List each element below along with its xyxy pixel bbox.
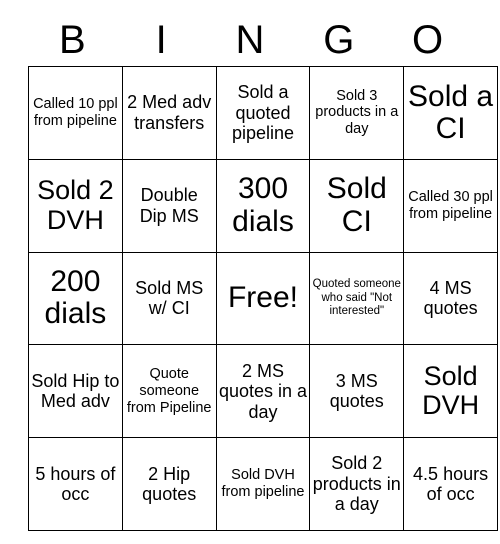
bingo-cell-text: 2 Med adv transfers	[127, 92, 212, 133]
bingo-cell-text: Called 10 ppl from pipeline	[33, 96, 118, 129]
bingo-cell-text: 2 Hip quotes	[142, 463, 197, 505]
bingo-cell-text: Sold DVH from pipeline	[221, 467, 305, 501]
bingo-cell-text: Sold Hip to Med adv	[31, 370, 120, 412]
bingo-cell-text: Sold 2 products in a day	[312, 453, 401, 515]
bingo-row: Called 10 ppl from pipeline 2 Med adv tr…	[28, 66, 498, 160]
bingo-cell[interactable]: 4.5 hours of occ	[403, 437, 498, 531]
bingo-cell[interactable]: Sold 2 products in a day	[309, 437, 405, 531]
bingo-cell[interactable]: Quoted someone who said "Not interested"	[309, 251, 405, 346]
bingo-row: Sold 2 DVH Double Dip MS 300 dials Sold …	[28, 158, 498, 253]
bingo-cell[interactable]: 2 MS quotes in a day	[215, 344, 311, 439]
bingo-cell-text: 300 dials	[232, 172, 294, 238]
bingo-cell[interactable]: Sold 3 products in a day	[309, 66, 405, 160]
bingo-cell-text: Sold 3 products in a day	[315, 87, 399, 138]
bingo-cell[interactable]: Sold a quoted pipeline	[215, 66, 311, 160]
bingo-cell-text: Called 30 ppl from pipeline	[408, 188, 493, 222]
bingo-cell[interactable]: Sold MS w/ CI	[121, 251, 217, 346]
bingo-cell[interactable]: 3 MS quotes	[309, 344, 405, 439]
bingo-cell-text: Sold 2 DVH	[37, 175, 114, 235]
bingo-row: 5 hours of occ 2 Hip quotes Sold DVH fro…	[28, 437, 498, 531]
bingo-free-space[interactable]: Free!	[215, 251, 311, 346]
bingo-cell-text: Sold a quoted pipeline	[231, 82, 295, 144]
bingo-cell[interactable]: 2 Med adv transfers	[121, 66, 217, 160]
bingo-cell[interactable]: 300 dials	[215, 158, 311, 253]
bingo-cell[interactable]: Sold a CI	[403, 66, 498, 160]
bingo-cell-text: Sold a CI	[408, 79, 494, 145]
bingo-cell-text: Sold CI	[326, 172, 387, 238]
bingo-cell-text: Double Dip MS	[139, 185, 199, 226]
bingo-row: Sold Hip to Med adv Quote someone from P…	[28, 344, 498, 439]
bingo-header-letter-g: G	[323, 18, 355, 62]
bingo-cell[interactable]: Sold Hip to Med adv	[28, 344, 123, 439]
bingo-cell-text: Quote someone from Pipeline	[126, 366, 212, 416]
bingo-cell-text: Sold MS w/ CI	[135, 277, 204, 319]
bingo-cell[interactable]: Called 30 ppl from pipeline	[403, 158, 498, 253]
bingo-header-letter-b: B	[59, 18, 86, 62]
bingo-free-space-text: Free!	[227, 281, 298, 315]
bingo-header-letter-i: I	[155, 18, 167, 62]
bingo-cell-text: 200 dials	[44, 265, 107, 331]
bingo-cell[interactable]: Called 10 ppl from pipeline	[28, 66, 123, 160]
bingo-header-letter-o: O	[412, 18, 444, 62]
bingo-cell-text: 2 MS quotes in a day	[218, 360, 308, 422]
bingo-cell-text: 4 MS quotes	[423, 277, 478, 319]
bingo-cell[interactable]: 200 dials	[28, 251, 123, 346]
bingo-cell[interactable]: Sold CI	[309, 158, 405, 253]
bingo-cell[interactable]: Sold DVH from pipeline	[215, 437, 311, 531]
bingo-cell-text: Sold DVH	[422, 360, 480, 421]
bingo-cell[interactable]: 4 MS quotes	[403, 251, 498, 346]
bingo-cell-text: 4.5 hours of occ	[413, 463, 489, 505]
bingo-card: B I N G O Called 10 ppl from pipeline 2 …	[28, 14, 498, 531]
bingo-cell[interactable]: 2 Hip quotes	[121, 437, 217, 531]
bingo-cell[interactable]: Sold 2 DVH	[28, 158, 123, 253]
bingo-header-row: B I N G O	[28, 14, 472, 66]
bingo-row: 200 dials Sold MS w/ CI Free! Quoted som…	[28, 251, 498, 346]
bingo-cell[interactable]: Double Dip MS	[121, 158, 217, 253]
bingo-cell[interactable]: Sold DVH	[403, 344, 498, 439]
bingo-cell-text: 5 hours of occ	[35, 463, 116, 505]
bingo-cell-text: Quoted someone who said "Not interested"	[312, 278, 401, 318]
bingo-cell[interactable]: Quote someone from Pipeline	[121, 344, 217, 439]
bingo-grid: Called 10 ppl from pipeline 2 Med adv tr…	[28, 66, 498, 531]
bingo-cell-text: 3 MS quotes	[329, 370, 384, 412]
bingo-header-letter-n: N	[235, 18, 265, 62]
bingo-cell[interactable]: 5 hours of occ	[28, 437, 123, 531]
